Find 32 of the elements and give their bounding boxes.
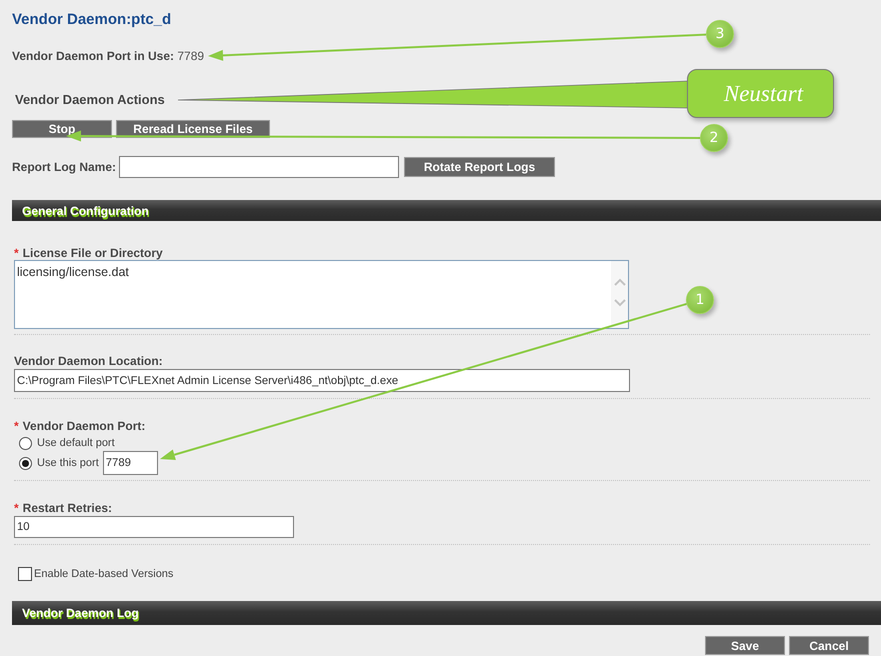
field-label: Report Log Name: [12, 160, 116, 174]
required-mark: * [14, 419, 19, 433]
section-heading: Vendor Daemon Actions [15, 92, 165, 108]
required-mark: * [14, 246, 19, 260]
field-label: Vendor Daemon Location: [14, 354, 163, 368]
checkbox[interactable] [18, 567, 32, 581]
checkbox-label: Enable Date-based Versions [34, 567, 174, 581]
page-title: Vendor Daemon:ptc_d [12, 11, 172, 29]
step-number-marker: 1 [686, 286, 714, 314]
callout-label: Neustart [687, 69, 834, 118]
radio-button[interactable] [19, 436, 32, 450]
text-input-field[interactable]: C:\Program Files\PTC\FLEXnet Admin License Server\i486_nt\obj\ptc_d.exe [14, 369, 630, 392]
field-label: License File or Directory [22, 246, 163, 260]
radio-label: Use default port [37, 436, 115, 450]
save-button[interactable]: Save [705, 636, 785, 655]
text-input-field[interactable]: 10 [14, 516, 294, 538]
cancel-button[interactable]: Cancel [789, 636, 869, 655]
radio-label: Use this port [37, 456, 99, 470]
textarea-field[interactable]: licensing/license.dat [14, 260, 629, 329]
text-input-field[interactable] [119, 156, 400, 178]
field-label: Vendor Daemon Port: [22, 419, 146, 433]
rotate-logs-button[interactable]: Rotate Report Logs [404, 157, 556, 177]
section-header-bar: Vendor Daemon Log [12, 601, 881, 625]
port-in-use-text: Vendor Daemon Port in Use: 7789 [12, 48, 204, 64]
step-number-marker: 3 [706, 20, 734, 48]
port-input-field[interactable]: 7789 [102, 451, 158, 475]
action-button[interactable]: Stop [12, 120, 112, 138]
required-mark: * [14, 501, 19, 515]
field-label: Restart Retries: [22, 501, 112, 515]
step-number-marker: 2 [700, 124, 728, 152]
radio-button[interactable] [19, 456, 32, 470]
section-header-bar: General Configuration [12, 200, 881, 221]
